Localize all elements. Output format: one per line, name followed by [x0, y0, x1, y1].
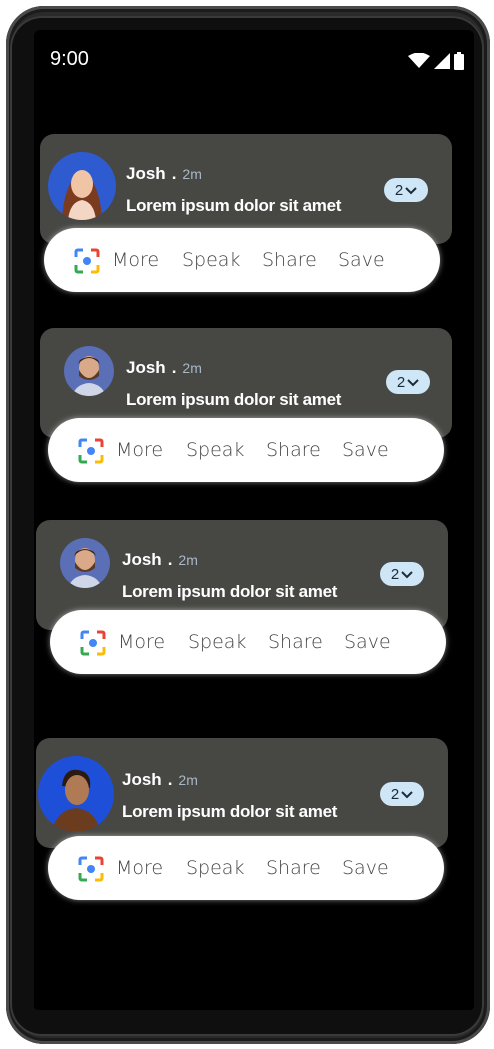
more-button[interactable]: More — [112, 249, 159, 271]
lens-icon[interactable] — [74, 248, 100, 274]
chevron-down-icon — [401, 786, 413, 803]
action-bar: More Speak Share Save — [48, 418, 444, 482]
timestamp: 2m — [178, 552, 198, 568]
woman-avatar — [48, 152, 116, 220]
man-avatar — [38, 756, 114, 832]
lens-icon[interactable] — [78, 856, 104, 882]
save-button[interactable]: Save — [338, 249, 385, 271]
more-button[interactable]: More — [116, 439, 163, 461]
save-button[interactable]: Save — [344, 631, 391, 653]
count-text: 2 — [396, 373, 406, 391]
sender-name-text: Josh — [126, 164, 166, 183]
expand-count-pill[interactable]: 2 — [386, 370, 430, 394]
action-bar: More Speak Share Save — [44, 228, 440, 292]
clock: 9:00 — [50, 48, 89, 70]
notification-message: Lorem ipsum dolor sit amet — [126, 390, 342, 409]
notification-card[interactable]: Josh. 2m Lorem ipsum dolor sit amet 2 Mor… — [36, 738, 448, 902]
action-bar: More Speak Share Save — [50, 610, 446, 674]
status-bar: 9:00 — [34, 30, 474, 86]
more-button[interactable]: More — [118, 631, 165, 653]
notification-message: Lorem ipsum dolor sit amet — [122, 802, 338, 821]
notification-message: Lorem ipsum dolor sit amet — [122, 582, 338, 601]
timestamp: 2m — [182, 166, 202, 182]
bearded-man-avatar — [64, 346, 114, 396]
sender-name: Josh. 2m — [126, 358, 202, 378]
count-text: 2 — [394, 181, 404, 199]
lens-icon[interactable] — [78, 438, 104, 464]
separator: . — [171, 358, 177, 377]
chevron-down-icon — [407, 374, 419, 391]
expand-count-pill[interactable]: 2 — [384, 178, 428, 202]
separator: . — [171, 164, 177, 183]
save-button[interactable]: Save — [342, 439, 389, 461]
share-button[interactable]: Share — [262, 249, 317, 271]
sender-name-text: Josh — [122, 550, 162, 569]
share-button[interactable]: Share — [266, 439, 321, 461]
separator: . — [167, 550, 173, 569]
timestamp: 2m — [178, 772, 198, 788]
signal-icon — [434, 53, 450, 74]
speak-button[interactable]: Speak — [186, 857, 244, 879]
notification-message: Lorem ipsum dolor sit amet — [126, 196, 342, 215]
lens-icon[interactable] — [80, 630, 106, 656]
sender-name: Josh. 2m — [122, 770, 198, 790]
sender-name-text: Josh — [126, 358, 166, 377]
status-icons — [408, 52, 464, 75]
notification-card[interactable]: Josh. 2m Lorem ipsum dolor sit amet 2 Mor… — [40, 328, 452, 488]
bearded-man-avatar — [60, 538, 110, 588]
sender-name-text: Josh — [122, 770, 162, 789]
expand-count-pill[interactable]: 2 — [380, 782, 424, 806]
notification-card[interactable]: Josh. 2m Lorem ipsum dolor sit amet 2 Mor… — [40, 134, 452, 300]
chevron-down-icon — [405, 182, 417, 199]
more-button[interactable]: More — [116, 857, 163, 879]
expand-count-pill[interactable]: 2 — [380, 562, 424, 586]
separator: . — [167, 770, 173, 789]
speak-button[interactable]: Speak — [188, 631, 246, 653]
speak-button[interactable]: Speak — [186, 439, 244, 461]
timestamp: 2m — [182, 360, 202, 376]
share-button[interactable]: Share — [268, 631, 323, 653]
speak-button[interactable]: Speak — [182, 249, 240, 271]
count-text: 2 — [390, 565, 400, 583]
sender-name: Josh. 2m — [126, 164, 202, 184]
save-button[interactable]: Save — [342, 857, 389, 879]
screen: 9:00 Josh. 2m Lorem ipsum dolor sit amet… — [34, 30, 474, 1010]
battery-icon — [454, 52, 464, 75]
share-button[interactable]: Share — [266, 857, 321, 879]
chevron-down-icon — [401, 566, 413, 583]
notification-card[interactable]: Josh. 2m Lorem ipsum dolor sit amet 2 Mor… — [36, 520, 448, 680]
wifi-icon — [408, 52, 430, 74]
count-text: 2 — [390, 785, 400, 803]
sender-name: Josh. 2m — [122, 550, 198, 570]
action-bar: More Speak Share Save — [48, 836, 444, 900]
